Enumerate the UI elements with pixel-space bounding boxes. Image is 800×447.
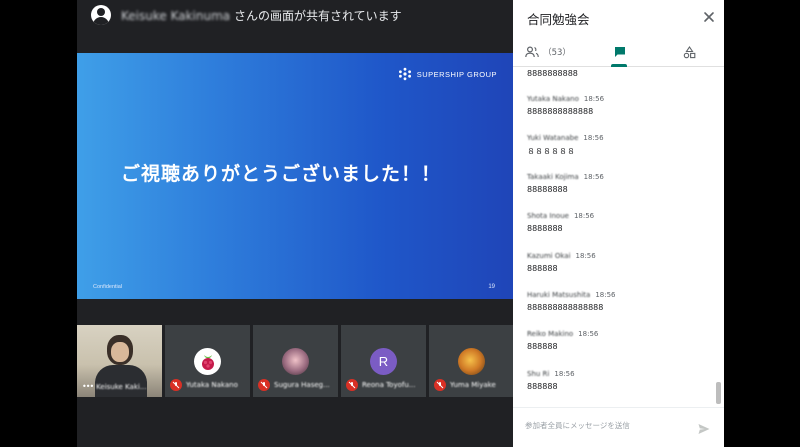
participant-label: Reona Toyofu... (346, 379, 415, 391)
participant-tile[interactable]: Sugura Haseg... (253, 325, 338, 397)
chat-message-text: ８８８８８８ (527, 147, 575, 156)
chat-message: Haruki Matsushita 18:56 888888888888888 (527, 291, 717, 312)
chat-scrollbar[interactable] (716, 382, 721, 404)
chat-sender: Reiko Makino (527, 330, 574, 338)
chat-time: 18:56 (573, 212, 595, 220)
self-video-body (95, 365, 147, 397)
participant-tile[interactable]: R Reona Toyofu... (341, 325, 426, 397)
supership-logo-icon (398, 67, 411, 81)
chat-sender: Haruki Matsushita (527, 291, 591, 299)
participant-count: （53） (543, 48, 571, 58)
tab-activities[interactable] (675, 37, 703, 67)
screen-share-text: Keisuke Kakinuma さんの画面が共有されています (121, 7, 402, 24)
chat-sender: Yuki Watanabe (527, 134, 579, 142)
chat-icon (615, 47, 625, 57)
close-icon[interactable] (702, 10, 716, 24)
slide-page-number: 19 (488, 284, 495, 290)
participant-name: Reona Toyofu... (362, 381, 416, 389)
chat-sender: Yutaka Nakano (527, 95, 579, 103)
mic-off-icon (170, 379, 182, 391)
letter-avatar: R (370, 348, 397, 375)
presenter-name: Keisuke Kakinuma (121, 8, 231, 23)
chat-message: Kazumi Okai 18:56 888888 (527, 252, 717, 273)
tab-people[interactable]: （53） (525, 37, 571, 67)
chat-message: Shota Inoue 18:56 8888888 (527, 212, 717, 233)
chat-message: Shu Ri 18:56 888888 (527, 370, 717, 391)
chat-time: 18:56 (583, 134, 604, 142)
chat-message-text: 8888888888888 (527, 107, 594, 116)
chat-message-list[interactable]: 8888888888 Yutaka Nakano 18:56 8888888888… (513, 67, 724, 407)
chat-message-text: 88888888 (527, 185, 568, 194)
raspberry-pi-avatar (194, 348, 221, 375)
side-panel: 合同勉強会 （53） 8888888888 Yutaka Nakano 18:5… (513, 0, 724, 447)
participant-name: Sugura Haseg... (274, 381, 330, 389)
chat-time: 18:56 (583, 95, 605, 103)
send-icon[interactable] (697, 422, 711, 436)
mic-off-icon (346, 379, 358, 391)
chat-sender: Kazumi Okai (527, 252, 571, 260)
letterbox-right (724, 0, 800, 447)
chat-composer (513, 407, 724, 447)
screen-share-banner: Keisuke Kakinuma さんの画面が共有されています (77, 0, 513, 30)
presenter-avatar (91, 5, 111, 25)
participant-label: ••• Keisuke Kaki... (82, 382, 147, 391)
participant-name: Keisuke Kaki... (96, 382, 147, 391)
activities-icon (683, 45, 695, 58)
self-video-face (111, 342, 129, 362)
chat-time: 18:56 (583, 173, 604, 181)
chat-message-text: 8888888888 (527, 69, 578, 78)
anime-avatar (282, 348, 309, 375)
panel-title: 合同勉強会 (527, 12, 590, 27)
chat-sender: Takaaki Kojima (527, 173, 579, 181)
slide-title: ご視聴ありがとうございました！！ (121, 163, 442, 185)
people-icon (525, 46, 539, 58)
mic-off-icon (434, 379, 446, 391)
chat-message-text: 888888 (527, 382, 558, 391)
chat-message-text: 8888888 (527, 224, 563, 233)
participant-tile[interactable]: Yutaka Nakano (165, 325, 250, 397)
chat-time: 18:56 (575, 252, 596, 260)
chat-time: 18:56 (554, 370, 575, 378)
slide-brand: SUPERSHIP GROUP (398, 67, 497, 81)
participant-label: Sugura Haseg... (258, 379, 330, 391)
slide-confidential-label: Confidential (93, 284, 123, 290)
chat-sender: Shota Inoue (527, 212, 569, 220)
chat-time: 18:56 (595, 291, 616, 299)
chat-message: Yutaka Nakano 18:56 8888888888888 (527, 95, 717, 116)
chat-message: Yuki Watanabe 18:56 ８８８８８８ (527, 134, 717, 157)
participant-label: Yuma Miyake (434, 379, 496, 391)
chat-message: Takaaki Kojima 18:56 88888888 (527, 173, 717, 194)
slide-brand-text: SUPERSHIP GROUP (416, 69, 497, 79)
participant-label: Yutaka Nakano (170, 379, 238, 391)
tab-chat[interactable] (605, 37, 635, 67)
chat-time: 18:56 (578, 330, 599, 338)
flower-avatar (458, 348, 485, 375)
meeting-stage: Keisuke Kakinuma さんの画面が共有されています SUPERSHI… (77, 0, 514, 447)
participant-name: Yuma Miyake (450, 381, 496, 389)
raspberry-pi-icon (201, 354, 214, 370)
participant-name: Yutaka Nakano (186, 381, 238, 389)
mic-off-icon (258, 379, 270, 391)
chat-message-text: 888888888888888 (527, 303, 604, 312)
more-options-icon[interactable]: ••• (82, 382, 94, 391)
shared-slide: SUPERSHIP GROUP ご視聴ありがとうございました！！ Confide… (77, 53, 513, 299)
chat-message-text: 888888 (527, 342, 558, 351)
letterbox-left (0, 0, 77, 447)
panel-tabs: （53） (513, 37, 724, 67)
screen-share-suffix: さんの画面が共有されています (233, 8, 402, 23)
participant-tile[interactable]: Yuma Miyake (429, 325, 514, 397)
participant-tile-self[interactable]: ••• Keisuke Kaki... (77, 325, 162, 397)
chat-sender: Shu Ri (527, 370, 550, 378)
chat-message-text: 888888 (527, 264, 558, 273)
chat-input[interactable] (525, 421, 690, 430)
chat-message: Reiko Makino 18:56 888888 (527, 330, 717, 351)
participant-strip: ••• Keisuke Kaki... Yutaka Nakano Sugura… (77, 325, 514, 397)
